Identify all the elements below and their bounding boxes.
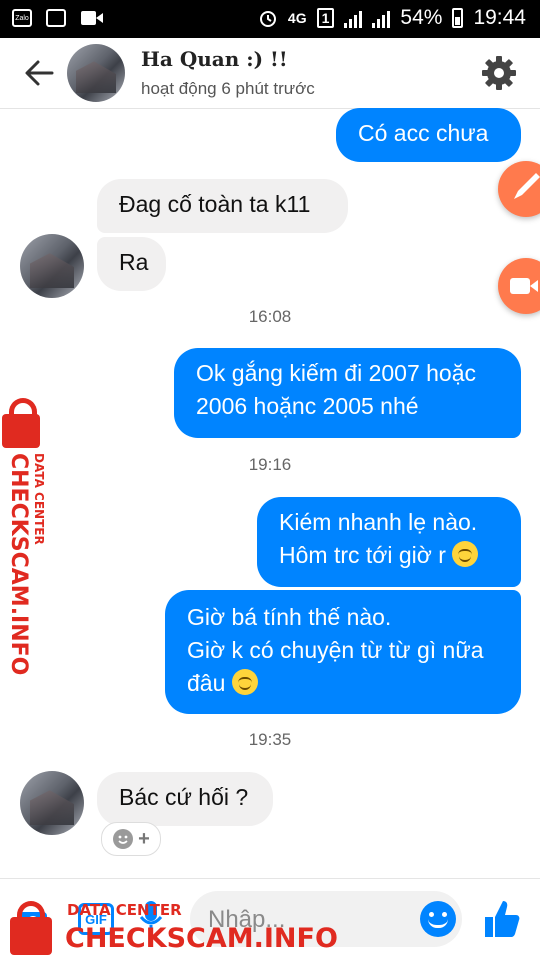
status-bar: Zalo 4G 1 54% 19:44 — [0, 0, 540, 38]
timestamp: 19:35 — [248, 730, 292, 749]
plus-label: + — [138, 827, 150, 850]
message-line: Hôm trc tới giờ r — [279, 542, 446, 568]
lock-icon — [2, 398, 40, 448]
signal-icon-2 — [372, 8, 391, 28]
sender-avatar[interactable] — [20, 771, 84, 835]
message-bubble-outgoing[interactable]: Giờ bá tính thế nào. Giờ k có chuyện từ … — [165, 590, 521, 714]
contact-avatar[interactable] — [67, 44, 125, 102]
message-line: Ok gắng kiếm đi 2007 hoặc — [196, 360, 477, 386]
zalo-icon: Zalo — [12, 9, 32, 27]
message-bubble-outgoing[interactable]: Có acc chưa — [336, 108, 521, 162]
smiley-icon — [113, 829, 134, 849]
active-status: hoạt động 6 phút trước — [141, 79, 315, 98]
gear-icon[interactable] — [480, 54, 518, 92]
message-line: Giờ k có chuyện từ từ gì nữa — [187, 637, 484, 663]
message-bubble-incoming[interactable]: Ra — [97, 237, 166, 291]
smiling-emoji-icon — [231, 669, 258, 695]
watermark-vertical: CHECKSCAM.INFO DATA CENTER — [2, 398, 62, 675]
battery-icon — [452, 8, 464, 28]
gallery-icon — [46, 9, 66, 27]
message-text: Có acc chưa — [358, 120, 489, 146]
alarm-icon — [259, 11, 276, 27]
smiling-emoji-icon — [452, 541, 479, 567]
video-icon — [81, 11, 103, 25]
brush-icon — [514, 173, 540, 199]
conversation-header: Ha Quan :) !! hoạt động 6 phút trước — [0, 38, 540, 109]
watermark-subtext: DATA CENTER — [32, 453, 46, 545]
thumbs-up-icon[interactable] — [482, 897, 522, 941]
watermark-text: CHECKSCAM.INFO — [65, 923, 338, 954]
sender-avatar[interactable] — [20, 234, 84, 298]
timestamp: 16:08 — [248, 307, 292, 326]
message-line: đâu — [187, 670, 226, 696]
network-type: 4G — [287, 10, 307, 26]
battery-percent: 54% — [400, 6, 443, 29]
lock-icon — [10, 901, 52, 955]
message-text: Ra — [119, 249, 149, 275]
emoji-icon[interactable] — [420, 901, 456, 937]
message-bubble-outgoing[interactable]: Kiém nhanh lẹ nào. Hôm trc tới giờ r — [257, 497, 521, 587]
watermark-subtext: DATA CENTER — [67, 901, 182, 919]
add-reaction-button[interactable]: + — [101, 822, 161, 856]
watermark-text: CHECKSCAM.INFO — [6, 453, 31, 676]
message-text: Bác cứ hối ? — [119, 784, 249, 810]
signal-icon — [344, 8, 363, 28]
message-bubble-incoming[interactable]: Đag cố toàn ta k11 — [97, 179, 348, 233]
message-line: 2006 hoặnc 2005 nhé — [196, 393, 419, 419]
message-line: Kiém nhanh lẹ nào. — [279, 509, 478, 535]
message-bubble-incoming[interactable]: Bác cứ hối ? — [97, 772, 273, 826]
contact-name[interactable]: Ha Quan :) !! — [141, 47, 288, 71]
back-arrow-icon[interactable] — [22, 56, 56, 90]
video-call-button[interactable] — [498, 258, 540, 314]
message-list[interactable]: Có acc chưa Đag cố toàn ta k11 Ra 16:08 … — [0, 108, 540, 878]
draw-button[interactable] — [498, 161, 540, 217]
composer-bar: GIF DATA CENTER CHECKSCAM.INFO — [0, 878, 540, 961]
sim-indicator: 1 — [316, 8, 335, 28]
camera-icon — [510, 278, 538, 294]
timestamp: 19:16 — [248, 455, 292, 474]
message-line: Giờ bá tính thế nào. — [187, 604, 392, 630]
message-text: Đag cố toàn ta k11 — [119, 191, 311, 217]
clock: 19:44 — [473, 6, 526, 29]
message-bubble-outgoing[interactable]: Ok gắng kiếm đi 2007 hoặc 2006 hoặnc 200… — [174, 348, 521, 438]
